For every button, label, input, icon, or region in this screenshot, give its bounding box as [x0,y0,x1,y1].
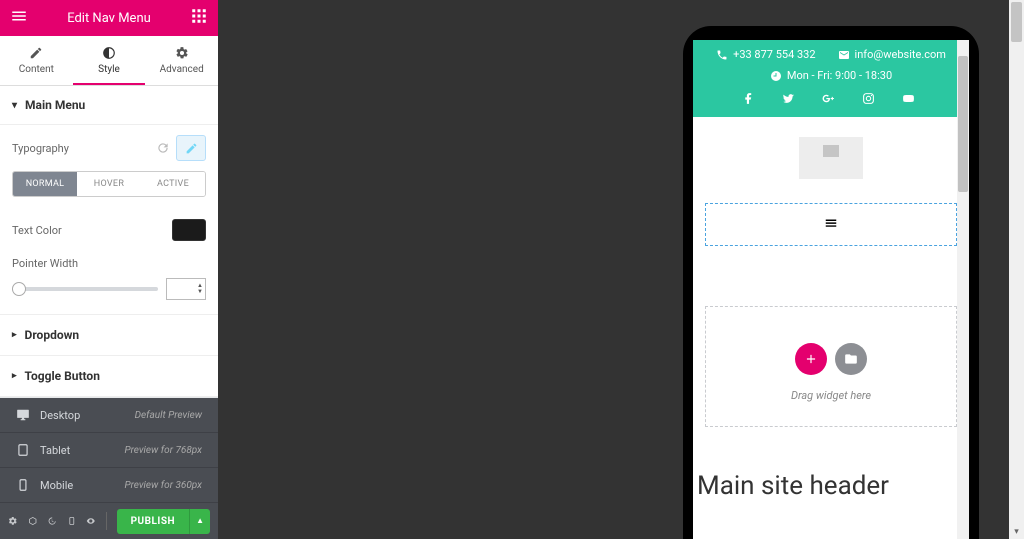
page-header: Main site header [697,471,969,501]
caret-right-icon: ▸ [12,371,17,381]
phone-scrollbar[interactable] [957,40,969,539]
responsive-icon[interactable] [67,514,77,528]
divider [106,512,107,530]
menu-toggle-icon [822,216,840,230]
settings-icon[interactable] [8,514,18,528]
twitter-icon[interactable] [782,92,795,105]
publish-button[interactable]: PUBLISH [117,509,189,534]
section-toggle-button[interactable]: ▸Toggle Button [0,355,218,397]
history-icon[interactable] [47,514,57,528]
stepper-down-icon[interactable]: ▼ [197,289,203,295]
outer-scroll-thumb[interactable] [1011,2,1022,42]
pointer-width-input[interactable]: ▲▼ [166,278,206,300]
email-icon [838,49,850,61]
text-color-row: Text Color [0,209,218,251]
editor-canvas: +33 877 554 332 info@website.com Mon - F… [218,0,1024,539]
preview-icon[interactable] [86,514,96,528]
slider-thumb[interactable] [12,282,26,296]
template-button[interactable] [835,343,867,375]
caret-right-icon: ▸ [12,330,17,340]
nav-menu-widget[interactable] [705,203,957,246]
tablet-icon [16,443,30,457]
device-desktop[interactable]: Desktop Default Preview [0,398,218,433]
typography-row: Typography [0,125,218,171]
device-tablet[interactable]: Tablet Preview for 768px [0,433,218,468]
pointer-width-label: Pointer Width [12,257,206,270]
header-title: Edit Nav Menu [28,11,190,26]
text-color-swatch[interactable] [172,219,206,241]
logo-placeholder[interactable] [799,137,863,179]
panel-tabs: Content Style Advanced [0,36,218,86]
phone-icon [716,49,728,61]
facebook-icon[interactable] [742,92,755,105]
state-active[interactable]: ACTIVE [141,172,205,196]
google-plus-icon[interactable] [822,92,835,105]
logo-area [693,117,969,197]
responsive-devices: Desktop Default Preview Tablet Preview f… [0,398,218,503]
top-bar: +33 877 554 332 info@website.com Mon - F… [693,40,969,117]
reset-icon[interactable] [156,141,170,155]
sidebar-footer: PUBLISH ▲ [0,503,218,539]
drop-zone[interactable]: Drag widget here [705,306,957,427]
caret-down-icon: ▾ [12,100,17,111]
sidebar-header: Edit Nav Menu [0,0,218,36]
mobile-frame: +33 877 554 332 info@website.com Mon - F… [683,26,979,539]
header-phone: +33 877 554 332 [716,48,815,61]
clock-icon [770,70,782,82]
plus-icon [804,352,818,366]
drop-zone-text: Drag widget here [706,389,956,402]
typography-label: Typography [12,142,69,155]
state-tabs: NORMAL HOVER ACTIVE [12,171,206,197]
scroll-down-icon[interactable]: ▾ [1009,524,1024,539]
pointer-width-row: Pointer Width ▲▼ [0,251,218,314]
youtube-icon[interactable] [902,92,915,105]
header-hours: Mon - Fri: 9:00 - 18:30 [699,69,963,82]
mobile-icon [16,478,30,492]
text-color-label: Text Color [12,224,62,237]
instagram-icon[interactable] [862,92,875,105]
pointer-width-slider[interactable] [12,287,158,291]
outer-scrollbar[interactable]: ▴ ▾ [1009,0,1024,539]
mobile-screen: +33 877 554 332 info@website.com Mon - F… [693,40,969,539]
editor-sidebar: Edit Nav Menu Content Style Advanced ▾Ma… [0,0,218,539]
desktop-icon [16,408,30,422]
typography-edit-button[interactable] [176,135,206,161]
add-section-button[interactable] [795,343,827,375]
navigator-icon[interactable] [28,514,38,528]
state-hover[interactable]: HOVER [77,172,141,196]
device-mobile[interactable]: Mobile Preview for 360px [0,468,218,503]
scroll-thumb[interactable] [958,56,968,192]
state-normal[interactable]: NORMAL [13,172,77,196]
section-main-menu[interactable]: ▾Main Menu [0,86,218,125]
tab-content[interactable]: Content [0,36,73,85]
menu-icon[interactable] [10,7,28,29]
widgets-icon[interactable] [190,7,208,29]
folder-icon [844,352,858,366]
style-panel: ▾Main Menu Typography NORMAL HOVER ACTIV… [0,86,218,397]
social-icons [699,92,963,105]
tab-style[interactable]: Style [73,36,146,85]
tab-advanced[interactable]: Advanced [145,36,218,85]
header-email: info@website.com [838,48,946,61]
section-dropdown[interactable]: ▸Dropdown [0,314,218,355]
publish-dropdown[interactable]: ▲ [189,509,210,534]
